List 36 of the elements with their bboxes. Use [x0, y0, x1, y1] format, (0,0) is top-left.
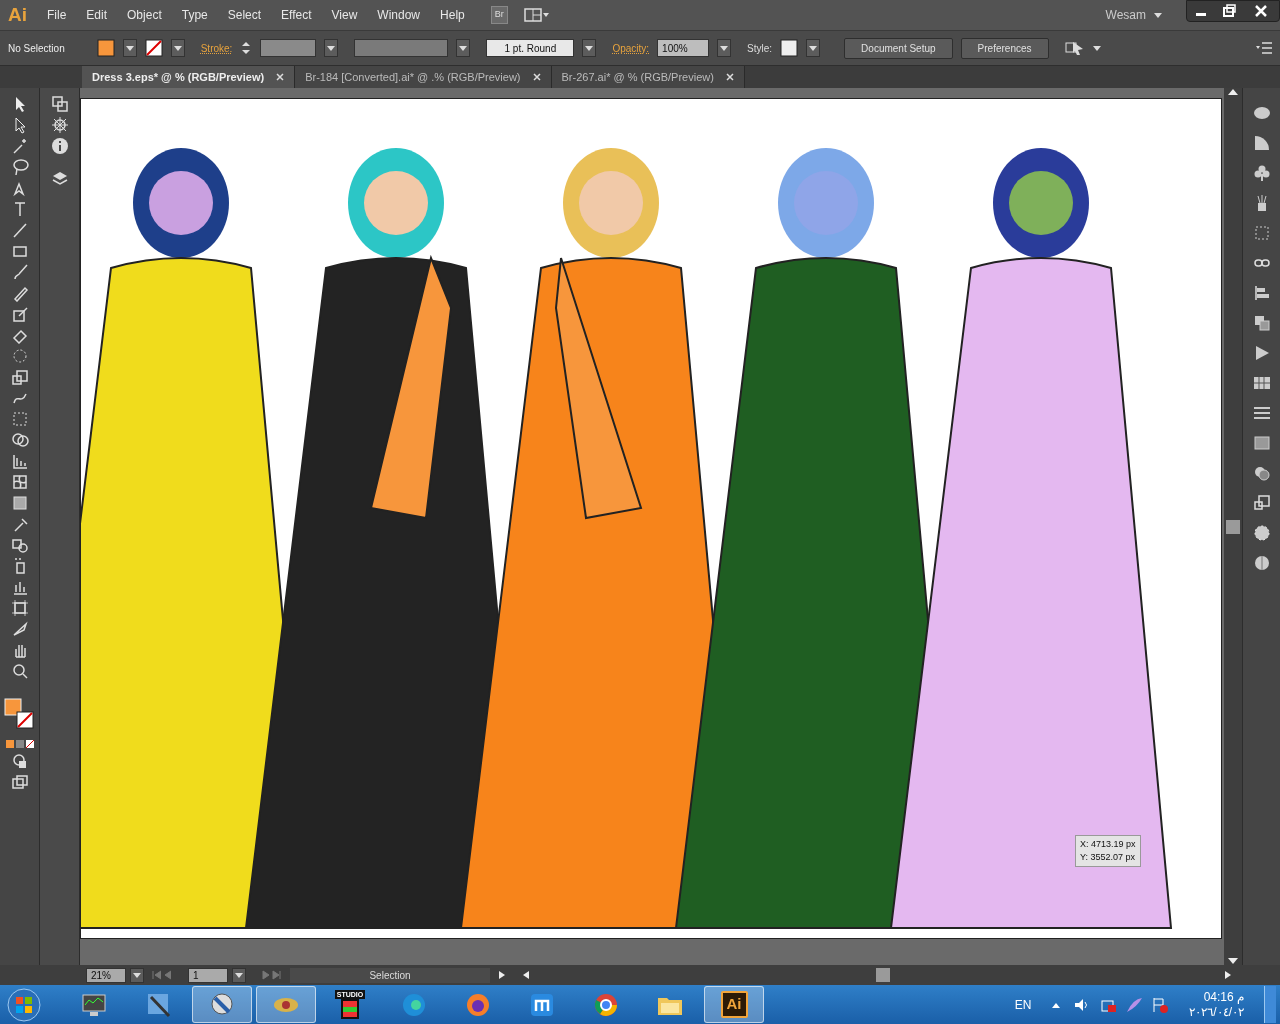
tab-title: Br-184 [Converted].ai* @ .% (RGB/Preview) — [305, 69, 521, 85]
menu-item[interactable]: Edit — [76, 6, 118, 24]
stroke-label[interactable]: Stroke: — [200, 40, 233, 56]
style-label: Style: — [747, 41, 773, 56]
bridge-button[interactable]: Br — [490, 6, 508, 24]
document-tab[interactable]: Br-184 [Converted].ai* @ .% (RGB/Preview) — [295, 66, 552, 88]
selection-status: No Selection — [8, 41, 65, 56]
menu-item[interactable]: Help — [430, 6, 475, 24]
tab-title: Dress 3.eps* @ % (RGB/Preview) — [92, 69, 265, 85]
tab-title: Br-267.ai* @ % (RGB/Preview) — [561, 69, 714, 85]
document-tab[interactable]: Br-267.ai* @ % (RGB/Preview) — [551, 66, 745, 88]
opacity-field[interactable]: 100% — [657, 39, 710, 57]
taskbar-app[interactable]: Ai — [704, 986, 764, 1023]
menu-item[interactable]: Select — [217, 6, 272, 24]
app-logo: Ai — [7, 2, 28, 27]
menu-item[interactable]: Type — [171, 6, 218, 24]
zoom-field[interactable]: 21% — [86, 967, 126, 983]
app-label: Ai — [720, 991, 748, 1018]
toolbar-button[interactable]: Document Setup — [844, 37, 953, 59]
toolbar-button[interactable]: Preferences — [960, 37, 1049, 59]
language-indicator[interactable]: EN — [1014, 995, 1032, 1014]
clock-time: 04:16 م — [1202, 989, 1244, 1005]
opacity-label[interactable]: Opacity: — [612, 40, 650, 56]
menu-item[interactable]: Window — [367, 6, 431, 24]
current-tool-label[interactable]: Selection — [290, 967, 490, 983]
document-tab[interactable]: Dress 3.eps* @ % (RGB/Preview) — [82, 66, 296, 88]
menu-item[interactable]: File — [37, 6, 77, 24]
brush-field[interactable]: 1 pt. Round — [486, 39, 575, 57]
clock-date: ٢٠٢٦/٠٤/٠٢ — [1189, 1004, 1244, 1020]
menu-item[interactable]: Effect — [271, 6, 322, 24]
readout-text: Y: 3552.07 px — [1080, 851, 1136, 864]
artboard-field[interactable]: 1 — [188, 967, 228, 983]
menu-item[interactable]: View — [321, 6, 368, 24]
readout-text: X: 4713.19 px — [1080, 838, 1136, 851]
workspace-switcher[interactable]: Wesam — [1105, 6, 1146, 24]
menu-item[interactable]: Object — [117, 6, 172, 24]
